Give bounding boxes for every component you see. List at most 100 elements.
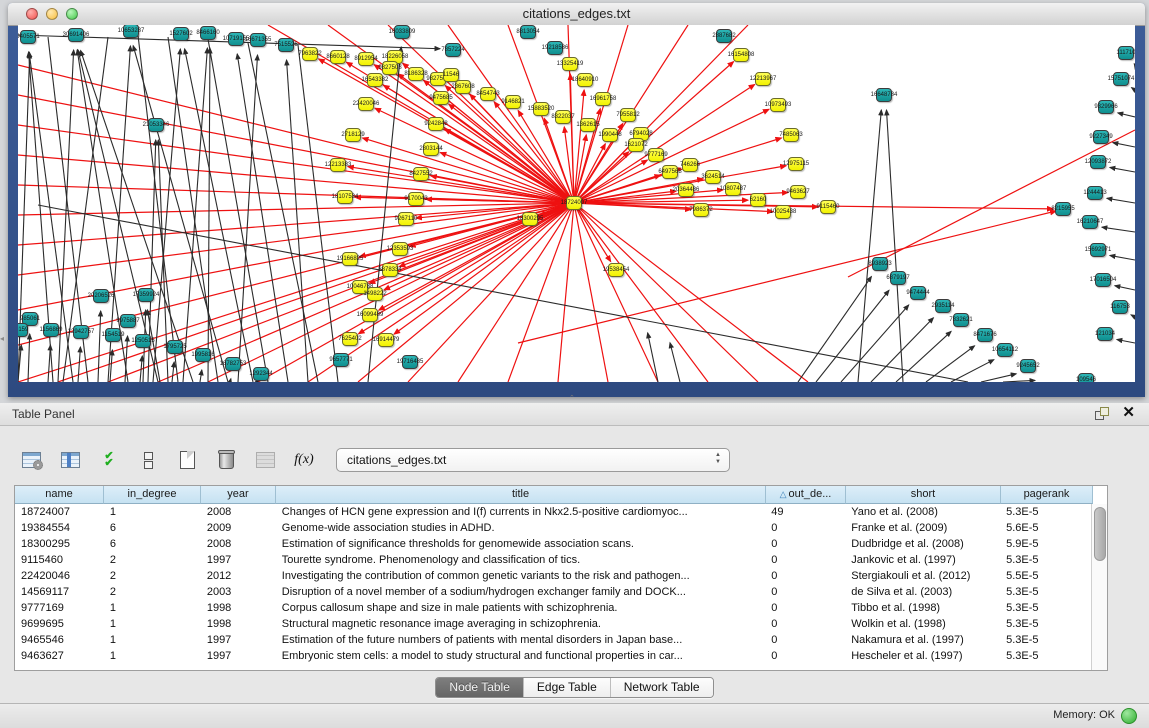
network-node[interactable]: 1795725 <box>167 340 183 354</box>
network-node[interactable]: 12213383 <box>330 158 346 172</box>
network-node[interactable]: 2935114 <box>935 299 951 313</box>
network-node[interactable]: 12093872 <box>1090 155 1106 169</box>
network-node[interactable]: 18640910 <box>577 73 593 87</box>
network-node[interactable]: 19538454 <box>608 263 624 277</box>
table-row[interactable]: 969969511998Structural magnetic resonanc… <box>15 616 1092 632</box>
network-node[interactable]: 1156869 <box>43 323 59 337</box>
network-node[interactable]: 1527602 <box>173 27 189 41</box>
network-node[interactable]: 39159 <box>18 323 28 337</box>
network-canvas[interactable]: 18724007 9405571 30691406 10653287 1527602 84… <box>18 25 1135 382</box>
network-node[interactable]: 7515526 <box>278 38 294 52</box>
network-node[interactable]: 30691406 <box>68 28 84 42</box>
divider-grip-icon[interactable]: ⌃ <box>569 396 578 402</box>
network-node[interactable]: 15883520 <box>533 102 549 116</box>
network-node[interactable]: 16671355 <box>250 33 266 47</box>
tab-node-table[interactable]: Node Table <box>436 678 524 697</box>
table-row[interactable]: 946554611997Estimation of the future num… <box>15 632 1092 648</box>
network-node[interactable]: 9405571 <box>20 30 36 44</box>
network-node[interactable]: 8938923 <box>872 257 888 271</box>
network-node[interactable]: 16154808 <box>733 48 749 62</box>
network-node[interactable]: 9170043 <box>408 192 424 206</box>
unselect-all-columns-button[interactable] <box>135 446 161 474</box>
network-node[interactable]: 6497568 <box>662 165 678 179</box>
network-node[interactable]: 7857224 <box>445 43 461 57</box>
column-header-title[interactable]: title <box>276 486 766 504</box>
table-row[interactable]: 911546021997Tourette syndrome. Phenomeno… <box>15 552 1092 568</box>
network-node[interactable]: 8322037 <box>555 110 571 124</box>
network-node[interactable]: 7832621 <box>953 313 969 327</box>
network-node[interactable]: 7625402 <box>342 332 358 346</box>
scrollbar-thumb[interactable] <box>1094 507 1106 561</box>
network-node[interactable]: 12213967 <box>755 72 771 86</box>
network-node[interactable]: 2803144 <box>423 142 439 156</box>
vertical-scrollbar[interactable] <box>1091 504 1107 670</box>
network-node[interactable]: 16782753 <box>225 357 241 371</box>
network-node[interactable]: 2367608 <box>455 80 471 94</box>
column-header-out_de[interactable]: △out_de... <box>766 486 846 504</box>
network-node[interactable]: 9827508 <box>382 61 398 75</box>
network-node[interactable]: 7986372 <box>693 203 709 217</box>
network-node[interactable]: 1244413 <box>1087 186 1103 200</box>
network-hub-node[interactable]: 18724007 <box>566 196 582 210</box>
collapsed-panel-arrow-icon[interactable]: ◂ <box>0 334 4 343</box>
network-node[interactable]: 9329966 <box>1098 100 1114 114</box>
table-row[interactable]: 1872400712008Changes of HCN gene express… <box>15 504 1092 520</box>
network-node[interactable]: 121034 <box>1097 327 1113 341</box>
network-node[interactable]: 10046788 <box>352 280 368 294</box>
network-node[interactable]: 1995816 <box>195 348 211 362</box>
select-all-columns-button[interactable]: ✔✔ <box>96 446 122 474</box>
network-node[interactable]: 9115460 <box>820 200 836 214</box>
show-columns-button[interactable] <box>57 446 83 474</box>
network-node[interactable]: 7963822 <box>302 47 318 61</box>
delete-column-button[interactable] <box>213 446 239 474</box>
network-node[interactable]: 17359924 <box>138 288 154 302</box>
column-header-pagerank[interactable]: pagerank <box>1001 486 1093 504</box>
table-row[interactable]: 2242004622012Investigating the contribut… <box>15 568 1092 584</box>
network-node[interactable]: 8466160 <box>200 26 216 40</box>
network-node[interactable]: 9475685 <box>433 91 449 105</box>
network-node[interactable]: 19218586 <box>547 41 563 55</box>
network-node[interactable]: 1990448 <box>602 128 618 142</box>
network-node[interactable]: 1250515 <box>135 334 151 348</box>
network-node[interactable]: 20206526 <box>93 289 109 303</box>
network-node[interactable]: 9242848 <box>428 117 444 131</box>
table-settings-button[interactable] <box>18 446 44 474</box>
network-node[interactable]: 8878334 <box>382 263 398 277</box>
network-node[interactable]: 16210647 <box>1082 215 1098 229</box>
network-node[interactable]: 22420046 <box>358 97 374 111</box>
close-panel-icon[interactable]: ✕ <box>1122 406 1135 420</box>
network-node[interactable]: 1154519 <box>105 328 121 342</box>
network-node[interactable]: 12353593 <box>392 242 408 256</box>
network-node[interactable]: 8454743 <box>480 87 496 101</box>
function-builder-button[interactable]: f(x) <box>291 446 317 474</box>
create-column-button[interactable] <box>174 446 200 474</box>
network-node[interactable]: 9227349 <box>1093 130 1109 144</box>
network-node[interactable]: 1292344 <box>253 367 269 381</box>
network-node[interactable]: 16648784 <box>876 88 892 102</box>
network-node[interactable]: 16099489 <box>362 308 378 322</box>
tab-network-table[interactable]: Network Table <box>611 678 713 697</box>
column-header-year[interactable]: year <box>201 486 276 504</box>
column-header-short[interactable]: short <box>846 486 1001 504</box>
network-node[interactable]: 1362615 <box>580 118 596 132</box>
network-node[interactable]: 10653287 <box>123 25 139 38</box>
column-header-name[interactable]: name <box>15 486 104 504</box>
network-window-titlebar[interactable]: citations_edges.txt <box>8 3 1145 26</box>
network-node[interactable]: 12942757 <box>73 325 89 339</box>
network-node[interactable]: 20364486 <box>678 183 694 197</box>
table-row[interactable]: 946362711997Embryonic stem cells: a mode… <box>15 648 1092 664</box>
network-node[interactable]: 746266 <box>682 158 698 172</box>
network-node[interactable]: 9245652 <box>1020 359 1036 373</box>
network-node[interactable]: 1621072 <box>628 138 644 152</box>
network-node[interactable]: 9975887 <box>120 314 136 328</box>
table-row[interactable]: 1938455462009Genome-wide association stu… <box>15 520 1092 536</box>
network-node[interactable]: 62160 <box>750 193 766 207</box>
float-panel-icon[interactable] <box>1095 407 1108 419</box>
network-node[interactable]: 8427552 <box>413 167 429 181</box>
network-node[interactable]: 8660128 <box>330 50 346 64</box>
network-node[interactable]: 16033809 <box>394 25 410 39</box>
network-node[interactable]: 1498222 <box>367 287 383 301</box>
network-node[interactable]: 9657771 <box>333 353 349 367</box>
network-node[interactable]: 2887682 <box>716 29 732 43</box>
network-node[interactable]: 10719155 <box>228 32 244 46</box>
